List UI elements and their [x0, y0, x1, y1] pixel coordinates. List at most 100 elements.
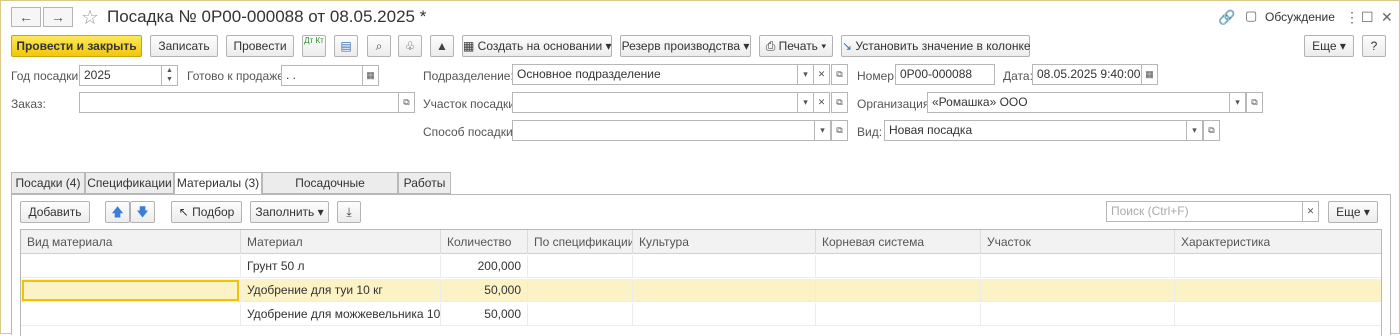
fill-button[interactable]: Заполнить ▾	[250, 201, 329, 223]
tab-materials[interactable]: Материалы (3)	[174, 172, 262, 195]
order-label: Заказ:	[11, 97, 46, 111]
column-header[interactable]: Участок	[981, 230, 1175, 254]
table-cell[interactable]	[528, 279, 633, 302]
table-cell[interactable]	[981, 255, 1175, 278]
dropdown-icon[interactable]: ▾	[797, 64, 814, 85]
table-cell[interactable]: 50,000	[441, 279, 528, 302]
set-column-value-button[interactable]: ↘ Установить значение в колонке	[841, 35, 1031, 57]
table-cell[interactable]: 200,000	[441, 255, 528, 278]
order-field[interactable]	[79, 92, 399, 113]
date-field[interactable]: 08.05.2025 9:40:00	[1032, 64, 1142, 85]
dropdown-icon[interactable]: ▾	[1186, 120, 1203, 141]
dropdown-icon[interactable]: ▾	[1229, 92, 1246, 113]
post-button[interactable]: Провести	[226, 35, 294, 57]
move-up-icon[interactable]: 🡅	[105, 201, 130, 223]
reserve-button[interactable]: Резерв производства ▾	[620, 35, 751, 57]
move-down-icon[interactable]: 🡇	[130, 201, 155, 223]
table-cell[interactable]	[633, 255, 816, 278]
table-cell[interactable]	[21, 255, 241, 278]
table-cell[interactable]	[981, 303, 1175, 326]
clear-icon[interactable]: ✕	[813, 92, 830, 113]
back-button[interactable]: ←	[11, 7, 41, 27]
structure-icon[interactable]: ▤	[334, 35, 358, 57]
materials-table[interactable]: Вид материала Материал Количество По спе…	[20, 229, 1382, 336]
table-cell[interactable]	[528, 255, 633, 278]
column-header[interactable]: Характеристика	[1175, 230, 1381, 254]
open-icon[interactable]: ⧉	[831, 120, 848, 141]
column-header[interactable]: По спецификации	[528, 230, 633, 254]
help-button[interactable]: ?	[1362, 35, 1386, 57]
table-cell[interactable]	[1175, 303, 1381, 326]
year-field[interactable]: 2025	[79, 65, 162, 86]
open-icon[interactable]: ⧉	[1203, 120, 1220, 141]
link-icon[interactable]: 🔗	[1218, 9, 1235, 26]
kind-field[interactable]: Новая посадка	[884, 120, 1187, 141]
maximize-icon[interactable]: ☐	[1361, 9, 1374, 26]
table-cell[interactable]	[816, 303, 981, 326]
table-cell[interactable]	[21, 303, 241, 326]
table-cell[interactable]	[21, 279, 241, 302]
method-field[interactable]	[512, 120, 815, 141]
dropdown-icon[interactable]: ▾	[814, 120, 831, 141]
tab-works[interactable]: Работы	[398, 172, 451, 194]
table-cell[interactable]	[816, 255, 981, 278]
open-icon[interactable]: ⧉	[1246, 92, 1263, 113]
table-cell[interactable]	[633, 303, 816, 326]
upload-icon[interactable]: ⤓	[337, 201, 361, 223]
calendar-icon[interactable]: ▦	[1141, 64, 1158, 85]
table-cell[interactable]: Грунт 50 л	[241, 255, 441, 278]
tab-plantings[interactable]: Посадки (4)	[11, 172, 85, 194]
table-cell[interactable]	[1175, 255, 1381, 278]
clear-icon[interactable]: ✕	[813, 64, 830, 85]
table-more-button[interactable]: Еще ▾	[1328, 201, 1378, 223]
open-icon[interactable]: ⧉	[831, 92, 848, 113]
year-spinner[interactable]: ▲ ▼	[161, 65, 178, 86]
search-input[interactable]: Поиск (Ctrl+F)	[1106, 201, 1303, 222]
table-cell[interactable]	[633, 279, 816, 302]
more-button[interactable]: Еще ▾	[1304, 35, 1354, 57]
column-header[interactable]: Вид материала	[21, 230, 241, 254]
attachment-icon[interactable]: ⌕	[367, 35, 391, 57]
division-field[interactable]: Основное подразделение	[512, 64, 798, 85]
close-icon[interactable]: ✕	[1381, 9, 1393, 26]
forward-button[interactable]: →	[43, 7, 73, 27]
organization-field[interactable]: «Ромашка» ООО	[927, 92, 1230, 113]
table-row[interactable]: Грунт 50 л 200,000	[21, 255, 1381, 278]
clear-search-icon[interactable]: ✕	[1302, 201, 1319, 222]
trees-icon[interactable]: ▲	[430, 35, 454, 57]
create-based-on-button[interactable]: ▦ Создать на основании ▾	[462, 35, 612, 57]
open-icon[interactable]: ⧉	[831, 64, 848, 85]
post-and-close-button[interactable]: Провести и закрыть	[11, 35, 142, 57]
table-cell[interactable]	[528, 303, 633, 326]
number-field[interactable]: 0Р00-000088	[895, 64, 995, 85]
table-cell[interactable]	[1175, 279, 1381, 302]
column-header[interactable]: Культура	[633, 230, 816, 254]
column-header[interactable]: Материал	[241, 230, 441, 254]
dt-kt-icon[interactable]: Дт Кт	[302, 35, 326, 57]
table-cell[interactable]	[816, 279, 981, 302]
calendar-icon[interactable]: ▦	[362, 65, 379, 86]
tab-planting-materials[interactable]: Посадочные материалы	[262, 172, 398, 210]
table-cell[interactable]	[981, 279, 1175, 302]
open-icon[interactable]: ⧉	[398, 92, 415, 113]
column-header[interactable]: Корневая система	[816, 230, 981, 254]
discussion-button[interactable]: Обсуждение	[1265, 10, 1335, 24]
favorite-star-icon[interactable]: ☆	[81, 5, 99, 30]
dropdown-icon[interactable]: ▾	[797, 92, 814, 113]
table-row-selected[interactable]: Удобрение для туи 10 кг 50,000	[21, 279, 1381, 302]
plot-field[interactable]	[512, 92, 798, 113]
ready-date-field[interactable]: . .	[281, 65, 363, 86]
table-cell[interactable]: Удобрение для туи 10 кг	[241, 279, 441, 302]
menu-dots-icon[interactable]: ⋮	[1345, 9, 1359, 26]
print-button[interactable]: ⎙ Печать ▾	[759, 35, 833, 57]
pick-button[interactable]: ↖ Подбор	[171, 201, 242, 223]
column-header[interactable]: Количество	[441, 230, 528, 254]
discussion-icon[interactable]: ▢	[1245, 8, 1257, 24]
save-button[interactable]: Записать	[150, 35, 218, 57]
table-cell[interactable]: Удобрение для можжевельника 10 кг	[241, 303, 441, 326]
table-cell[interactable]: 50,000	[441, 303, 528, 326]
plant-icon[interactable]: ♧	[398, 35, 422, 57]
table-row[interactable]: Удобрение для можжевельника 10 кг 50,000	[21, 303, 1381, 326]
add-button[interactable]: Добавить	[20, 201, 90, 223]
tab-specifications[interactable]: Спецификации	[85, 172, 174, 194]
